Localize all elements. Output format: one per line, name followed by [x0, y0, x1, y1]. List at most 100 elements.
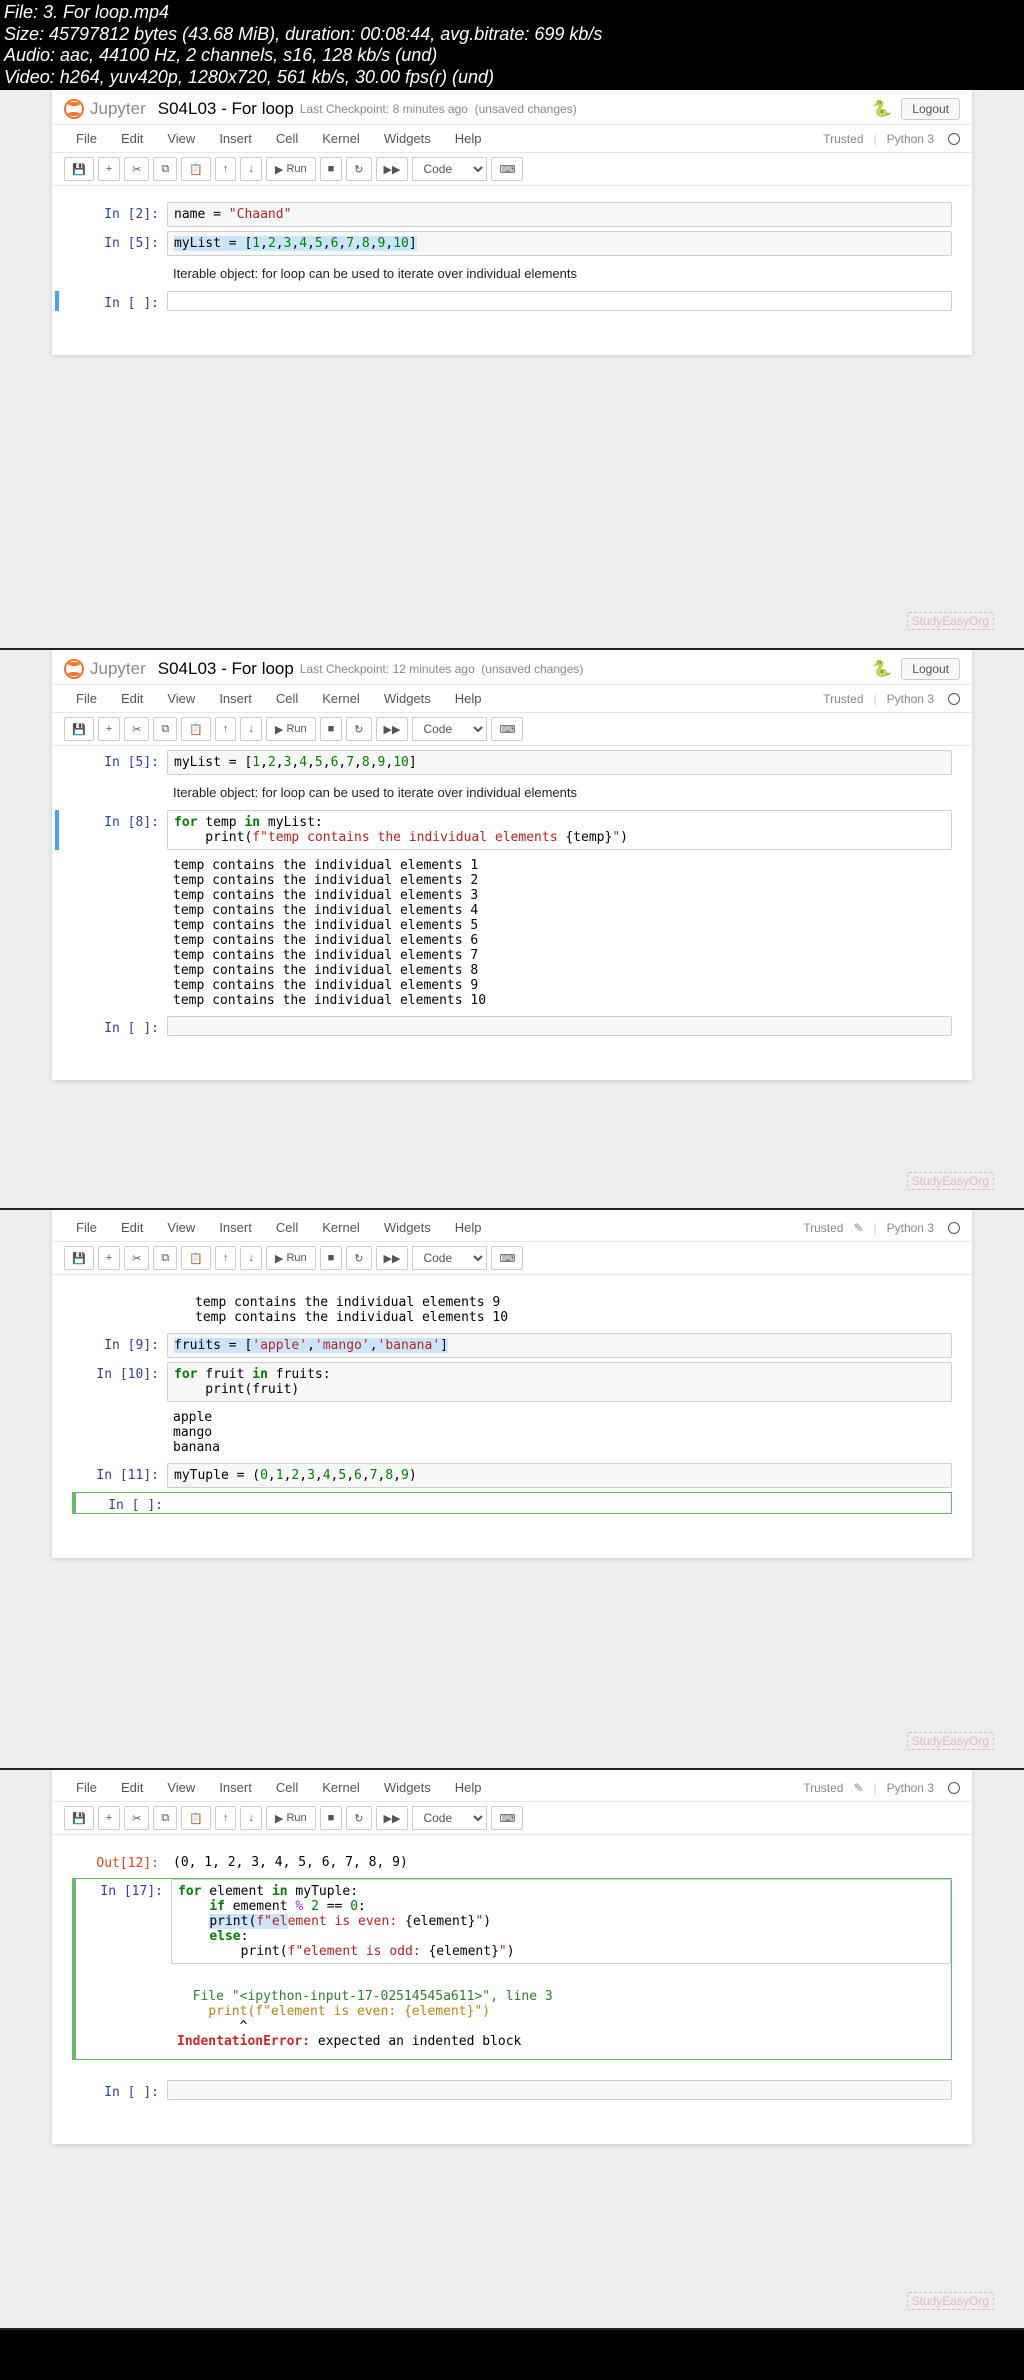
menu-edit[interactable]: Edit [109, 125, 155, 152]
restart-button[interactable]: ↻ [346, 1806, 371, 1830]
code-input[interactable] [167, 1016, 952, 1036]
trusted-indicator[interactable]: Trusted [803, 1221, 843, 1235]
code-input[interactable]: for element in myTuple: if emement % 2 =… [171, 1879, 951, 1964]
move-up-button[interactable]: ↑ [215, 1246, 237, 1270]
move-down-button[interactable]: ↓ [240, 1246, 262, 1270]
menu-widgets[interactable]: Widgets [372, 125, 443, 152]
paste-button[interactable]: 📋 [181, 1246, 211, 1270]
add-cell-button[interactable]: + [98, 717, 120, 741]
code-input[interactable] [171, 1493, 951, 1513]
celltype-select[interactable]: Code [412, 717, 487, 741]
menu-view[interactable]: View [155, 1214, 207, 1241]
move-up-button[interactable]: ↑ [215, 1806, 237, 1830]
restart-run-all-button[interactable]: ▶▶ [376, 717, 409, 741]
logout-button[interactable]: Logout [901, 98, 960, 120]
notebook-area[interactable]: temp contains the individual elements 9 … [52, 1275, 972, 1558]
restart-button[interactable]: ↻ [346, 717, 371, 741]
menu-cell[interactable]: Cell [264, 685, 310, 712]
jupyter-logo[interactable]: Jupyter [64, 659, 146, 679]
restart-run-all-button[interactable]: ▶▶ [376, 1806, 409, 1830]
menu-view[interactable]: View [155, 685, 207, 712]
code-cell[interactable]: In [ ]: [72, 1492, 952, 1514]
trusted-indicator[interactable]: Trusted [823, 132, 863, 146]
run-button[interactable]: ▶ Run [266, 1806, 316, 1830]
code-cell[interactable]: In [ ]: [72, 1016, 952, 1036]
interrupt-button[interactable]: ■ [320, 717, 343, 741]
code-cell[interactable]: In [10]: for fruit in fruits: print(frui… [72, 1362, 952, 1402]
celltype-select[interactable]: Code [412, 157, 487, 181]
menu-edit[interactable]: Edit [109, 1774, 155, 1801]
celltype-select[interactable]: Code [412, 1806, 487, 1830]
menu-cell[interactable]: Cell [264, 1774, 310, 1801]
menu-widgets[interactable]: Widgets [372, 1774, 443, 1801]
notebook-area[interactable]: In [5]: myList = [1,2,3,4,5,6,7,8,9,10] … [52, 746, 972, 1080]
code-cell[interactable]: In [8]: for temp in myList: print(f"temp… [55, 810, 952, 850]
code-input[interactable]: fruits = ['apple','mango','banana'] [167, 1333, 952, 1358]
code-cell[interactable]: In [11]: myTuple = (0,1,2,3,4,5,6,7,8,9) [72, 1463, 952, 1488]
cut-button[interactable]: ✂ [124, 1806, 149, 1830]
menu-cell[interactable]: Cell [264, 1214, 310, 1241]
command-palette-button[interactable]: ⌨ [491, 1246, 523, 1270]
menu-file[interactable]: File [64, 125, 109, 152]
menu-edit[interactable]: Edit [109, 685, 155, 712]
copy-button[interactable]: ⧉ [153, 1246, 177, 1270]
celltype-select[interactable]: Code [412, 1246, 487, 1270]
code-cell[interactable]: In [ ]: [72, 2080, 952, 2100]
menu-file[interactable]: File [64, 1774, 109, 1801]
code-cell[interactable]: In [2]: name = "Chaand" [72, 202, 952, 227]
code-input[interactable]: myList = [1,2,3,4,5,6,7,8,9,10] [167, 231, 952, 256]
run-button[interactable]: ▶ Run [266, 1246, 316, 1270]
restart-button[interactable]: ↻ [346, 157, 371, 181]
command-palette-button[interactable]: ⌨ [491, 1806, 523, 1830]
menu-edit[interactable]: Edit [109, 1214, 155, 1241]
notebook-area[interactable]: In [2]: name = "Chaand" In [5]: myList =… [52, 186, 972, 355]
menu-widgets[interactable]: Widgets [372, 1214, 443, 1241]
code-input[interactable]: for fruit in fruits: print(fruit) [167, 1362, 952, 1402]
copy-button[interactable]: ⧉ [153, 1806, 177, 1830]
code-input[interactable]: name = "Chaand" [167, 202, 952, 227]
notebook-area[interactable]: Out[12]: (0, 1, 2, 3, 4, 5, 6, 7, 8, 9) … [52, 1835, 972, 2144]
kernel-name[interactable]: Python 3 [887, 1221, 934, 1235]
menu-view[interactable]: View [155, 1774, 207, 1801]
menu-cell[interactable]: Cell [264, 125, 310, 152]
code-input[interactable] [167, 2080, 952, 2100]
move-up-button[interactable]: ↑ [215, 717, 237, 741]
menu-insert[interactable]: Insert [207, 125, 264, 152]
cut-button[interactable]: ✂ [124, 717, 149, 741]
restart-run-all-button[interactable]: ▶▶ [376, 1246, 409, 1270]
code-input[interactable]: for temp in myList: print(f"temp contain… [167, 810, 952, 850]
code-input[interactable]: myTuple = (0,1,2,3,4,5,6,7,8,9) [167, 1463, 952, 1488]
trusted-indicator[interactable]: Trusted [803, 1781, 843, 1795]
run-button[interactable]: ▶ Run [266, 717, 316, 741]
move-up-button[interactable]: ↑ [215, 157, 237, 181]
interrupt-button[interactable]: ■ [320, 1246, 343, 1270]
code-input[interactable] [167, 291, 952, 311]
command-palette-button[interactable]: ⌨ [491, 157, 523, 181]
interrupt-button[interactable]: ■ [320, 1806, 343, 1830]
notebook-title[interactable]: S04L03 - For loop [158, 99, 294, 119]
interrupt-button[interactable]: ■ [320, 157, 343, 181]
menu-help[interactable]: Help [443, 1774, 494, 1801]
code-cell[interactable]: In [ ]: [55, 291, 952, 311]
menu-widgets[interactable]: Widgets [372, 685, 443, 712]
save-button[interactable]: 💾 [64, 1246, 94, 1270]
paste-button[interactable]: 📋 [181, 717, 211, 741]
restart-run-all-button[interactable]: ▶▶ [376, 157, 409, 181]
trusted-indicator[interactable]: Trusted [823, 692, 863, 706]
notebook-title[interactable]: S04L03 - For loop [158, 659, 294, 679]
pencil-icon[interactable]: ✎ [853, 1221, 863, 1235]
move-down-button[interactable]: ↓ [240, 157, 262, 181]
kernel-name[interactable]: Python 3 [887, 1781, 934, 1795]
move-down-button[interactable]: ↓ [240, 1806, 262, 1830]
code-cell[interactable]: In [5]: myList = [1,2,3,4,5,6,7,8,9,10] [72, 231, 952, 256]
menu-file[interactable]: File [64, 685, 109, 712]
add-cell-button[interactable]: + [98, 157, 120, 181]
command-palette-button[interactable]: ⌨ [491, 717, 523, 741]
save-button[interactable]: 💾 [64, 1806, 94, 1830]
copy-button[interactable]: ⧉ [153, 157, 177, 181]
save-button[interactable]: 💾 [64, 717, 94, 741]
move-down-button[interactable]: ↓ [240, 717, 262, 741]
paste-button[interactable]: 📋 [181, 1806, 211, 1830]
cut-button[interactable]: ✂ [124, 157, 149, 181]
code-cell[interactable]: In [5]: myList = [1,2,3,4,5,6,7,8,9,10] [72, 750, 952, 775]
